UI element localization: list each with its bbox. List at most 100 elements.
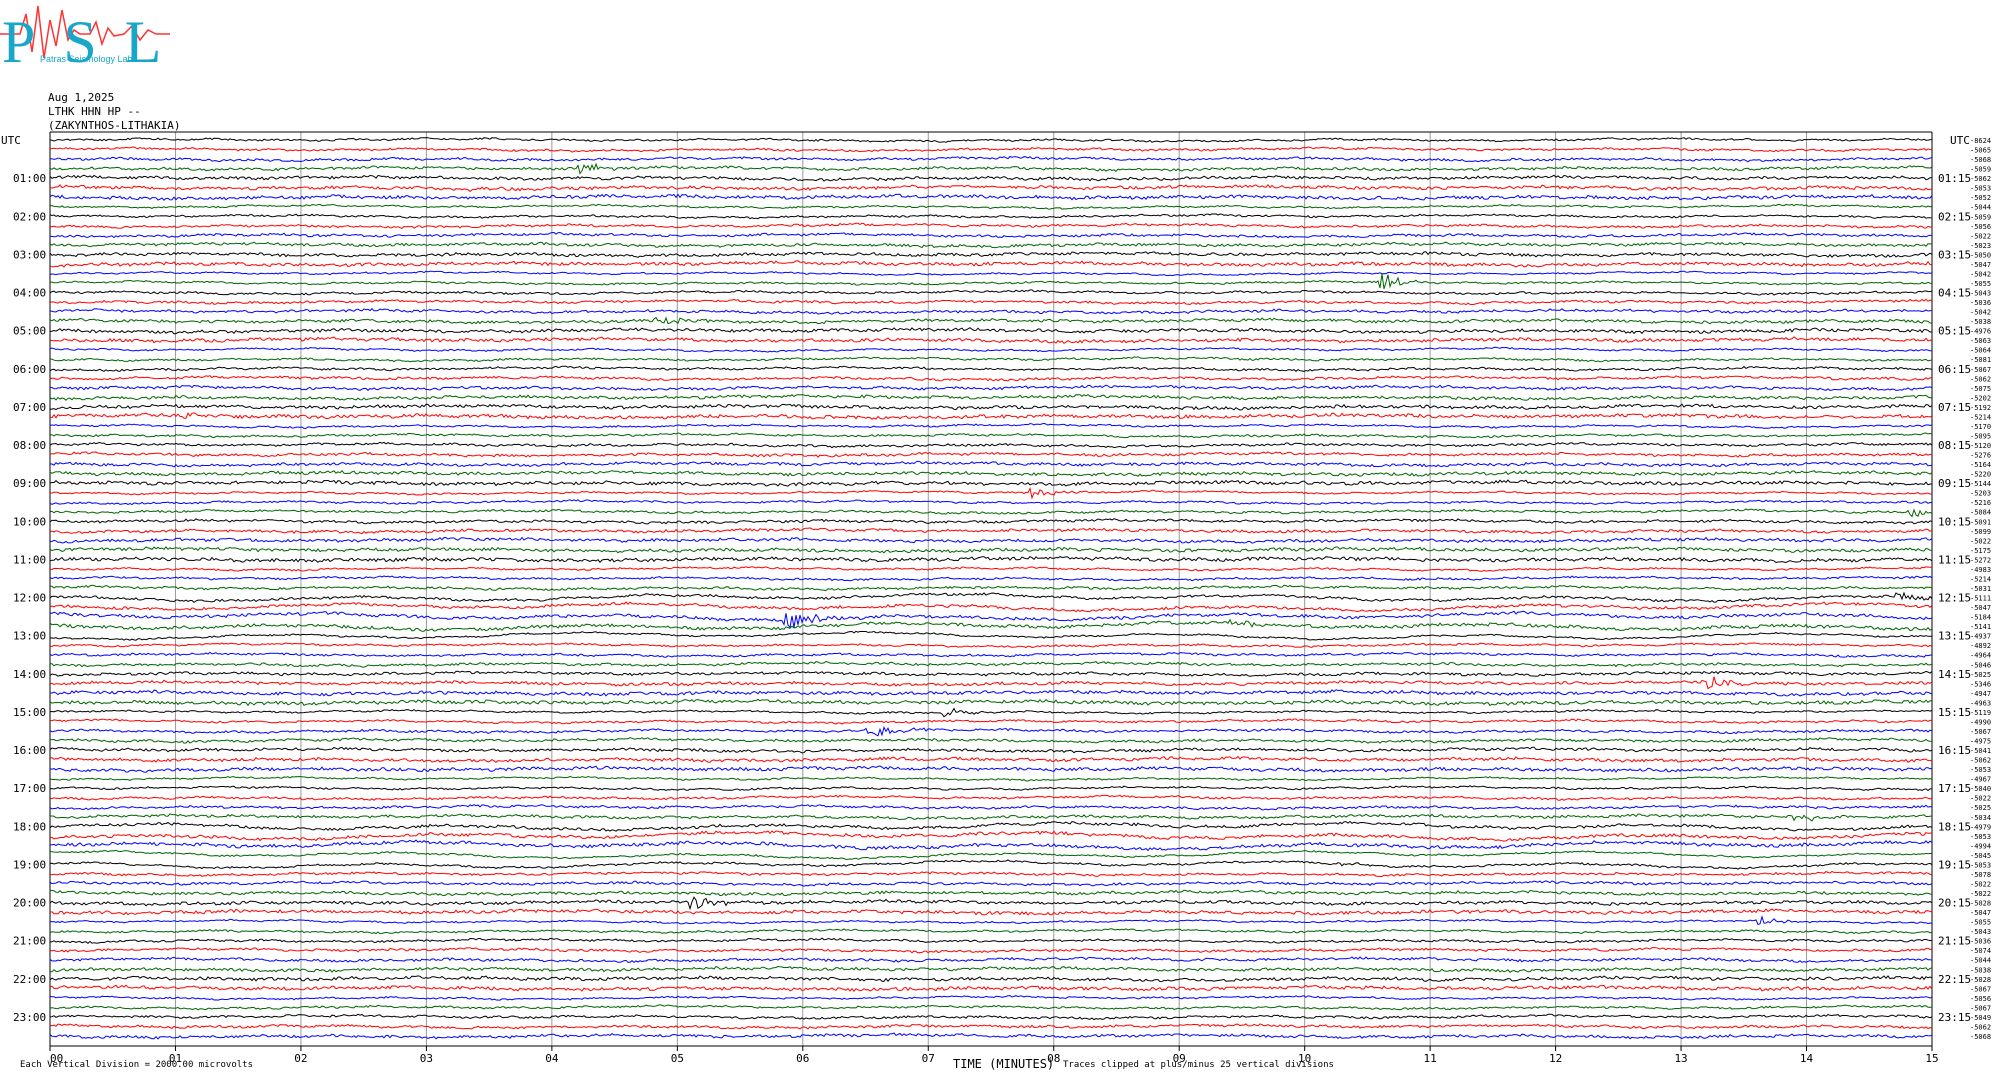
left-hour-label: 02:00 — [13, 210, 46, 223]
row-mean-label: -5346 — [1970, 680, 1991, 688]
row-mean-label: -5052 — [1970, 194, 1991, 202]
row-mean-label: -4983 — [1970, 566, 1991, 574]
trace-row-71 — [49, 813, 1933, 822]
left-hour-label: 20:00 — [13, 897, 46, 910]
trace-row-67 — [49, 775, 1933, 782]
trace-row-84 — [49, 937, 1932, 944]
x-tick-label: 07 — [922, 1052, 935, 1065]
row-mean-label: -5067 — [1970, 985, 1991, 993]
row-mean-label: -5192 — [1970, 404, 1991, 412]
trace-row-54 — [49, 651, 1933, 658]
left-hour-label: 08:00 — [13, 439, 46, 452]
trace-row-93 — [49, 1023, 1933, 1030]
row-mean-label: -5111 — [1970, 595, 1991, 603]
row-mean-label: -5055 — [1970, 919, 1991, 927]
left-hour-label: 17:00 — [13, 782, 46, 795]
clip-note: Traces clipped at plus/minus 25 vertical… — [1063, 1060, 1334, 1070]
row-mean-label: -5047 — [1970, 909, 1991, 917]
trace-row-53 — [49, 642, 1933, 649]
right-hour-label: 19:15 — [1938, 858, 1971, 871]
trace-row-73 — [49, 830, 1933, 842]
grid-lines — [49, 131, 1933, 1047]
row-mean-label: -5044 — [1970, 957, 1991, 965]
trace-row-89 — [49, 984, 1933, 993]
trace-row-40 — [49, 518, 1933, 525]
x-tick-label: 14 — [1800, 1052, 1814, 1065]
x-tick-label: 15 — [1925, 1052, 1938, 1065]
trace-row-7 — [50, 203, 1933, 210]
right-hour-label: 13:15 — [1938, 630, 1971, 643]
trace-row-29 — [49, 412, 1933, 420]
trace-row-36 — [49, 479, 1932, 487]
row-mean-label: -5047 — [1970, 261, 1991, 269]
row-mean-label: -5022 — [1970, 890, 1991, 898]
right-hour-label: 21:15 — [1938, 935, 1971, 948]
trace-row-72 — [49, 820, 1933, 832]
right-hour-label: 12:15 — [1938, 592, 1971, 605]
trace-row-27 — [49, 393, 1933, 401]
trace-row-30 — [49, 422, 1933, 429]
x-tick-label: 03 — [420, 1052, 433, 1065]
trace-row-1 — [49, 146, 1933, 153]
trace-row-5 — [49, 183, 1933, 193]
trace-row-66 — [49, 765, 1933, 773]
right-hour-label: 05:15 — [1938, 325, 1971, 338]
row-mean-label: -5047 — [1970, 604, 1991, 612]
row-mean-label: -5025 — [1970, 671, 1991, 679]
row-mean-label: -4963 — [1970, 699, 1991, 707]
trace-row-28 — [49, 403, 1933, 411]
right-utc-label: UTC — [1950, 134, 1970, 147]
left-hour-label: 18:00 — [13, 820, 46, 833]
trace-row-92 — [49, 1013, 1933, 1021]
trace-row-51 — [49, 618, 1933, 632]
row-mean-label: -5053 — [1970, 766, 1991, 774]
row-mean-label: -4967 — [1970, 776, 1991, 784]
trace-row-88 — [49, 975, 1933, 983]
row-mean-label: -5068 — [1970, 1033, 1991, 1041]
row-mean-label: -5053 — [1970, 833, 1991, 841]
left-hour-label: 03:00 — [13, 248, 46, 261]
row-mean-label: -5141 — [1970, 623, 1991, 631]
trace-row-39 — [49, 508, 1933, 518]
row-mean-label: -4990 — [1970, 718, 1991, 726]
trace-row-75 — [49, 849, 1932, 861]
row-mean-label: -4975 — [1970, 738, 1991, 746]
row-mean-label: -5022 — [1970, 880, 1991, 888]
trace-row-42 — [49, 536, 1933, 544]
row-mean-label: -5216 — [1970, 499, 1991, 507]
row-mean-label: -5056 — [1970, 995, 1991, 1003]
row-mean-label: -5099 — [1970, 528, 1991, 536]
row-mean-label: -5068 — [1970, 156, 1991, 164]
trace-row-52 — [49, 630, 1933, 641]
row-mean-label: -5028 — [1970, 976, 1991, 984]
row-mean-label: -5170 — [1970, 423, 1991, 431]
x-tick-label: 04 — [545, 1052, 559, 1065]
trace-row-37 — [49, 486, 1933, 500]
row-mean-label: -5042 — [1970, 309, 1991, 317]
right-hour-label: 15:15 — [1938, 706, 1971, 719]
trace-row-76 — [49, 859, 1933, 870]
right-hour-label: 04:15 — [1938, 287, 1971, 300]
trace-row-3 — [49, 162, 1933, 175]
row-mean-label: -5144 — [1970, 480, 1991, 488]
trace-row-12 — [49, 251, 1933, 258]
row-mean-label: -5042 — [1970, 270, 1991, 278]
row-mean-label: -5214 — [1970, 413, 1991, 421]
trace-row-85 — [49, 947, 1933, 954]
row-mean-label: -5040 — [1970, 785, 1991, 793]
trace-row-80 — [49, 896, 1933, 911]
row-mean-label: -5036 — [1970, 299, 1991, 307]
trace-row-20 — [49, 327, 1933, 335]
row-mean-label: -5023 — [1970, 242, 1991, 250]
trace-row-33 — [49, 451, 1933, 458]
row-mean-label: -5062 — [1970, 175, 1991, 183]
trace-row-15 — [49, 273, 1933, 290]
row-mean-label: -5038 — [1970, 966, 1991, 974]
row-mean-label: -5091 — [1970, 518, 1991, 526]
left-utc-label: UTC — [1, 134, 21, 147]
trace-row-19 — [49, 316, 1933, 325]
trace-row-90 — [49, 995, 1933, 1001]
row-mean-label: -8624 — [1970, 137, 1991, 145]
right-hour-label: 01:15 — [1938, 172, 1971, 185]
trace-row-25 — [49, 375, 1933, 382]
